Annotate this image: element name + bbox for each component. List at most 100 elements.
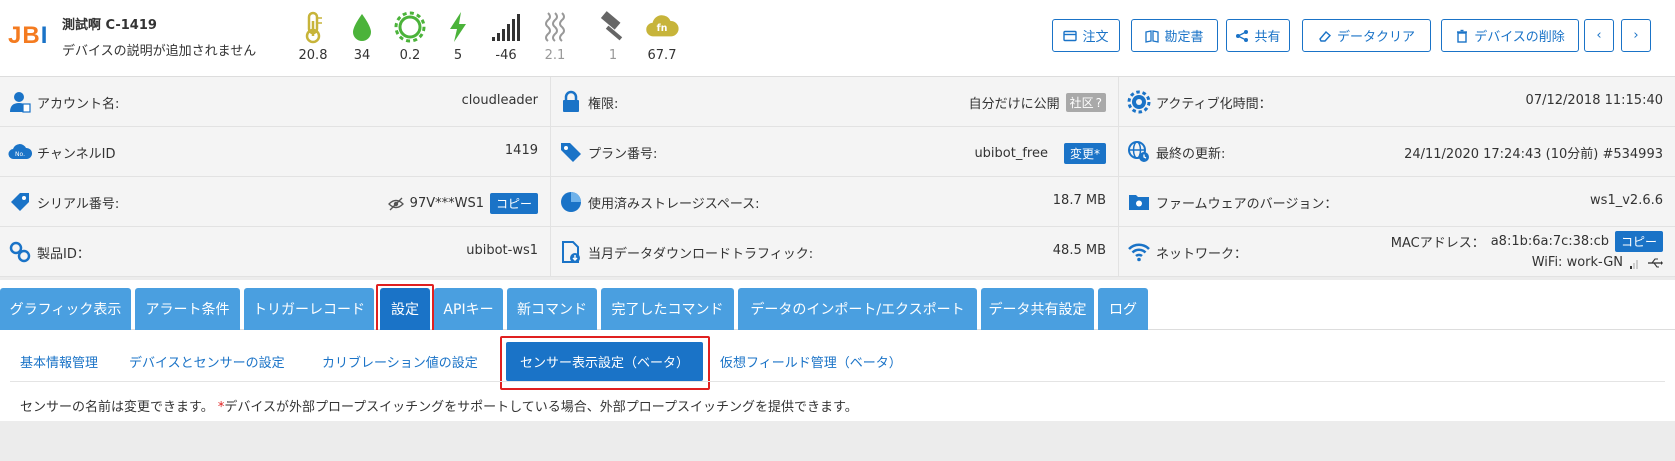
manual-button[interactable]: 勘定書 xyxy=(1131,19,1218,52)
firmware-row: ファームウェアのバージョン： ws1_v2.6.6 xyxy=(1119,177,1675,227)
order-button[interactable]: 注文 xyxy=(1052,19,1120,52)
subtab-device-sensor-settings[interactable]: デバイスとセンサーの設定 xyxy=(129,352,285,371)
sensor-knock[interactable]: 1 xyxy=(588,10,638,63)
eraser-icon xyxy=(1319,30,1331,42)
plan-row: プラン番号: ubibot_free 変更* xyxy=(551,127,1119,177)
permission-value: 自分だけに公開 xyxy=(968,97,1060,112)
mac-label: MACアドレス： xyxy=(1390,236,1485,251)
traffic-row: 当月データダウンロードトラフィック: 48.5 MB xyxy=(551,227,1119,277)
tab-data-import-export[interactable]: データのインポート/エクスポート xyxy=(738,288,977,330)
tab-data-sharing[interactable]: データ共有設定 xyxy=(981,288,1094,330)
plan-value: ubibot_free xyxy=(974,146,1048,161)
copy-mac-button[interactable]: コピー xyxy=(1614,231,1663,252)
share-button[interactable]: 共有 xyxy=(1226,19,1290,52)
clear-data-button[interactable]: データクリア xyxy=(1302,19,1431,52)
device-header: JBI 測試啊 C-1419 デバイスの説明が追加されません 20.8 34 0… xyxy=(0,0,1675,77)
humidity-drop-icon xyxy=(353,14,371,41)
tab-logs[interactable]: ログ xyxy=(1098,288,1148,330)
sensor-value: 5 xyxy=(453,48,463,63)
sensor-humidity[interactable]: 34 xyxy=(337,10,387,63)
firmware-value: ws1_v2.6.6 xyxy=(1590,193,1663,208)
thermometer-icon xyxy=(305,11,322,44)
cloud-no-icon: No. xyxy=(8,144,32,160)
file-download-icon xyxy=(562,241,580,263)
tab-alerts[interactable]: アラート条件 xyxy=(135,288,240,330)
activation-value: 07/12/2018 11:15:40 xyxy=(1525,93,1663,108)
wifi-value: WiFi: work-GN xyxy=(1531,255,1623,270)
chevron-left-icon: ‹ xyxy=(1596,28,1602,43)
divider xyxy=(10,381,1665,382)
tab-completed-commands[interactable]: 完了したコマンド xyxy=(601,288,734,330)
prev-device-button[interactable]: ‹ xyxy=(1584,19,1614,52)
delete-device-button[interactable]: デバイスの削除 xyxy=(1441,19,1579,52)
svg-text:fn: fn xyxy=(657,23,668,34)
channel-value: 1419 xyxy=(504,143,538,158)
sensor-signal[interactable]: -46 xyxy=(481,10,531,63)
permission-row: 権限: 自分だけに公開 社区? xyxy=(551,77,1119,127)
main-tabs: グラフィック表示 アラート条件 トリガーレコード 設定 APIキー 新コマンド … xyxy=(0,280,1675,338)
network-row: ネットワーク： MACアドレス： a8:1b:6a:7c:38:cb コピー W… xyxy=(1119,227,1675,277)
knock-hammer-icon xyxy=(600,11,623,41)
svg-text:No.: No. xyxy=(15,151,25,158)
sensor-value: 2.1 xyxy=(544,48,566,63)
signal-bars-icon xyxy=(492,14,520,41)
sensor-value: 34 xyxy=(353,48,371,63)
light-gear-icon xyxy=(394,11,426,43)
pie-chart-icon xyxy=(561,192,581,212)
wifi-icon xyxy=(1128,243,1150,262)
serial-tag-icon xyxy=(11,193,29,211)
subtab-virtual-fields[interactable]: 仮想フィールド管理（ベータ） xyxy=(720,352,902,371)
tab-trigger-records[interactable]: トリガーレコード xyxy=(244,288,374,330)
storage-value: 18.7 MB xyxy=(1052,193,1106,208)
sensor-value: 67.7 xyxy=(647,48,677,63)
channel-row: No. チャンネルID 1419 xyxy=(0,127,551,177)
change-plan-button[interactable]: 変更* xyxy=(1063,143,1106,164)
tab-api-keys[interactable]: APIキー xyxy=(434,288,503,330)
sensor-fn[interactable]: fn 67.7 xyxy=(637,10,687,63)
last-update-row: 最終の更新: 24/11/2020 17:24:43 (10分前) #53499… xyxy=(1119,127,1675,177)
storage-row: 使用済みストレージスペース: 18.7 MB xyxy=(551,177,1119,227)
sensor-value: -46 xyxy=(495,48,517,63)
device-info-grid: アカウント名: cloudleader No. チャンネルID 1419 シリア… xyxy=(0,77,1675,277)
last-update-value: 24/11/2020 17:24:43 (10分前) #534993 xyxy=(1404,147,1663,162)
brand-logo: JBI xyxy=(8,22,49,49)
eye-slash-icon[interactable] xyxy=(387,197,404,211)
sensor-value: 20.8 xyxy=(298,48,328,63)
tab-new-commands[interactable]: 新コマンド xyxy=(507,288,597,330)
sensor-temperature[interactable]: 20.8 xyxy=(288,10,338,63)
usb-icon xyxy=(1648,257,1663,268)
globe-clock-icon xyxy=(1128,141,1149,162)
sensor-value: 1 xyxy=(608,48,618,63)
sensor-voltage[interactable]: 5 xyxy=(433,10,483,63)
sensor-vibration[interactable]: 2.1 xyxy=(530,10,580,63)
settings-notice: センサーの名前は変更できます。 *デバイスが外部プロープスイッチングをサポートし… xyxy=(20,400,858,415)
sensor-value: 0.2 xyxy=(399,48,421,63)
account-value: cloudleader xyxy=(461,93,538,108)
device-name: 測試啊 C-1419 xyxy=(62,18,157,33)
next-device-button[interactable]: › xyxy=(1621,19,1651,52)
voltage-bolt-icon xyxy=(450,12,466,42)
device-description: デバイスの説明が追加されません xyxy=(62,44,257,59)
subtab-calibration[interactable]: カリブレーション値の設定 xyxy=(322,352,478,371)
product-value: ubibot-ws1 xyxy=(466,243,538,258)
credit-card-icon xyxy=(1063,30,1078,41)
signal-strength-icon xyxy=(1630,259,1638,269)
serial-row: シリアル番号: 97V***WS1 コピー xyxy=(0,177,551,227)
mac-value: a8:1b:6a:7c:38:cb xyxy=(1490,234,1609,249)
tab-graphic[interactable]: グラフィック表示 xyxy=(0,288,131,330)
chevron-right-icon: › xyxy=(1633,28,1639,43)
lock-icon xyxy=(563,90,579,112)
gear-icon xyxy=(1127,90,1151,114)
settings-subtabs: 基本情報管理 デバイスとセンサーの設定 カリブレーション値の設定 センサー表示設… xyxy=(0,330,1675,421)
price-tag-icon xyxy=(561,143,581,162)
activation-row: アクティブ化時間： 07/12/2018 11:15:40 xyxy=(1119,77,1675,127)
product-row: 製品ID： ubibot-ws1 xyxy=(0,227,551,277)
copy-serial-button[interactable]: コピー xyxy=(489,193,538,214)
folder-settings-icon xyxy=(1129,195,1149,210)
sensor-light[interactable]: 0.2 xyxy=(385,10,435,63)
fn-cloud-icon: fn xyxy=(646,15,679,37)
community-badge[interactable]: 社区? xyxy=(1065,93,1106,112)
link-chain-icon xyxy=(9,241,31,263)
subtab-basic-info[interactable]: 基本情報管理 xyxy=(20,352,98,371)
traffic-value: 48.5 MB xyxy=(1052,243,1106,258)
